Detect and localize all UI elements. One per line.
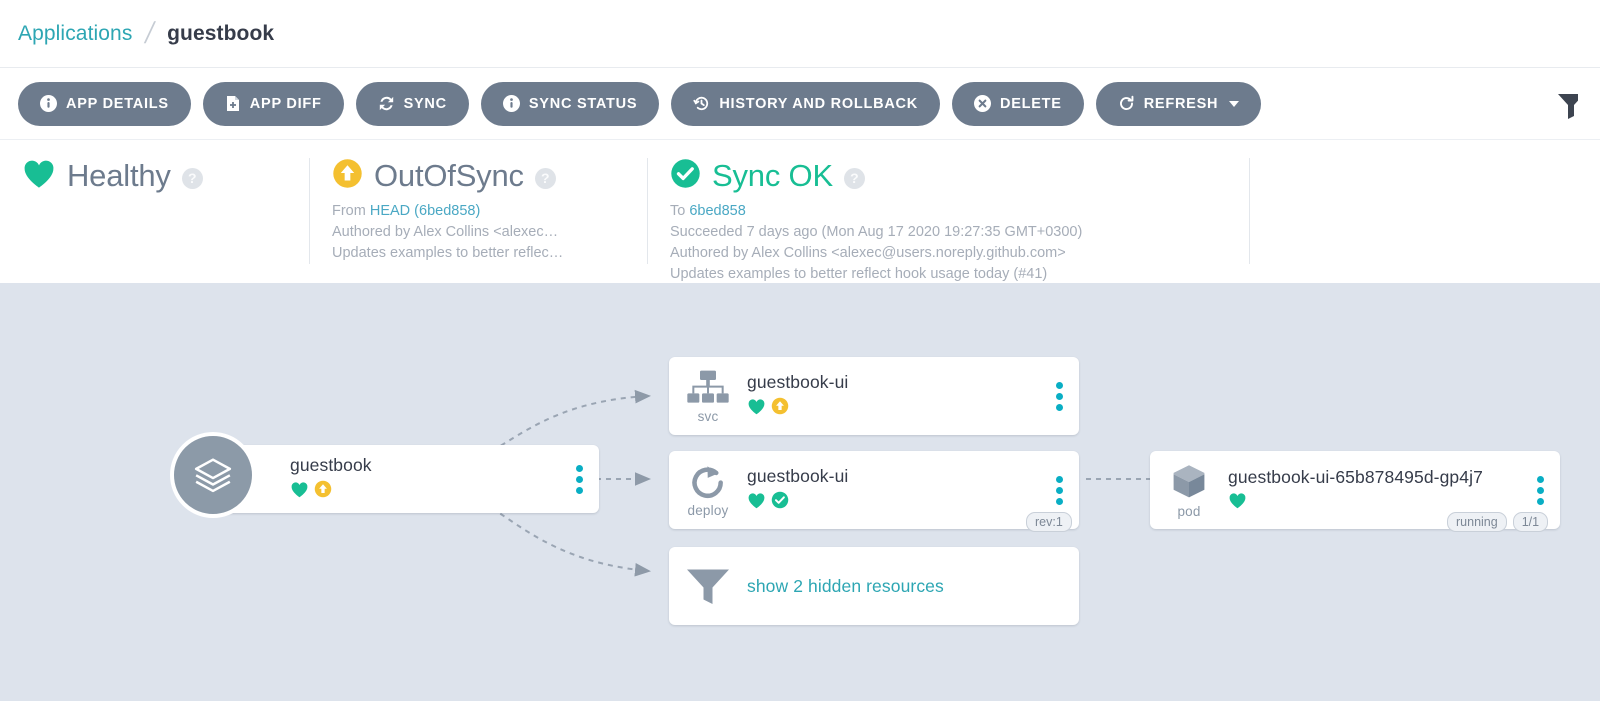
operation-status-panel: Sync OK ? To 6bed858 Succeeded 7 days ag…: [648, 154, 1250, 282]
close-circle-icon: [973, 95, 991, 112]
app-node-title: guestbook: [290, 455, 372, 475]
resource-node-title: guestbook-ui: [747, 372, 849, 392]
pod-phase-pill: running: [1447, 512, 1507, 532]
operation-author: Authored by Alex Collins <alexec@users.n…: [670, 245, 1066, 261]
app-details-label: APP DETAILS: [66, 95, 169, 112]
sync-from-revision-link[interactable]: HEAD (6bed858): [370, 203, 480, 219]
operation-succeeded-line: Succeeded 7 days ago (Mon Aug 17 2020 19…: [670, 224, 1083, 240]
cube-icon: pod: [1150, 461, 1228, 519]
sync-status-button[interactable]: SYNC STATUS: [480, 81, 660, 126]
check-circle-icon: [670, 158, 701, 194]
resource-node-title: guestbook-ui: [747, 466, 849, 486]
sync-status-panel: OutOfSync ? From HEAD (6bed858) Authored…: [310, 154, 648, 269]
sync-status-title: OutOfSync: [374, 158, 524, 193]
operation-to-label: To: [670, 203, 690, 219]
app-details-button[interactable]: APP DETAILS: [18, 81, 191, 126]
app-diff-button[interactable]: APP DIFF: [202, 81, 344, 126]
resource-node-badges: [747, 491, 1039, 514]
info-icon: [502, 95, 520, 112]
app-node-badges: [290, 480, 559, 503]
resource-kind-label: svc: [697, 409, 719, 424]
breadcrumb: Applications / guestbook: [0, 0, 1600, 68]
layers-icon: [170, 432, 256, 518]
resource-node-badges: [1228, 492, 1520, 514]
page-title: guestbook: [167, 21, 275, 45]
operation-help-icon[interactable]: ?: [843, 167, 865, 189]
resource-node-badges: [747, 397, 1039, 420]
sync-button[interactable]: SYNC: [355, 81, 469, 126]
rotate-icon: deploy: [669, 462, 747, 518]
sync-author: Authored by Alex Collins <alexec…: [332, 224, 559, 240]
history-icon: [693, 95, 710, 112]
delete-button[interactable]: DELETE: [951, 81, 1084, 126]
operation-status-title: Sync OK: [712, 158, 833, 193]
app-diff-label: APP DIFF: [249, 95, 322, 112]
action-toolbar: APP DETAILS APP DIFF SYNC SYNC STATUS HI…: [0, 68, 1600, 140]
heart-icon: [290, 481, 309, 503]
delete-label: DELETE: [999, 95, 1062, 112]
chevron-down-icon: [1229, 100, 1240, 107]
resource-node-svc-guestbook-ui[interactable]: svc guestbook-ui: [669, 357, 1079, 435]
pod-ready-pill: 1/1: [1512, 512, 1549, 532]
resource-node-title: guestbook-ui-65b878495d-gp4j7: [1228, 466, 1483, 487]
resource-kind-label: deploy: [687, 503, 729, 518]
info-icon: [40, 95, 57, 112]
pod-node-pills: running 1/1: [1447, 512, 1549, 532]
resource-node-kebab-menu-icon[interactable]: [1520, 475, 1560, 505]
sync-commit-message: Updates examples to better reflec…: [332, 245, 564, 261]
resource-tree-graph: guestbook svc guestbook-ui deploy guestb…: [0, 283, 1600, 701]
operation-to-line: To 6bed858: [670, 201, 1224, 222]
health-status-panel: Healthy ?: [0, 154, 310, 269]
refresh-button[interactable]: REFRESH: [1095, 81, 1262, 126]
operation-commit-message: Updates examples to better reflect hook …: [670, 266, 1048, 282]
refresh-label: REFRESH: [1143, 95, 1219, 112]
breadcrumb-applications-link[interactable]: Applications: [18, 22, 132, 46]
deploy-node-pills: rev:1: [1026, 512, 1072, 532]
show-hidden-resources-link[interactable]: show 2 hidden resources: [747, 576, 1079, 597]
resource-node-deploy-guestbook-ui[interactable]: deploy guestbook-ui: [669, 451, 1079, 529]
health-status-title: Healthy: [67, 158, 171, 193]
sync-status-label: SYNC STATUS: [528, 95, 638, 112]
heart-icon: [22, 158, 56, 194]
arrow-up-circle-icon: [332, 158, 363, 194]
refresh-icon: [1118, 95, 1135, 112]
operation-to-revision-link[interactable]: 6bed858: [689, 203, 745, 219]
filter-icon: [669, 565, 747, 607]
resource-kind-label: pod: [1177, 504, 1201, 519]
app-node-guestbook[interactable]: guestbook: [170, 432, 599, 518]
revision-pill: rev:1: [1026, 512, 1072, 532]
check-circle-icon: [771, 491, 789, 514]
heart-icon: [747, 492, 766, 514]
arrow-up-circle-icon: [314, 480, 332, 503]
app-status-strip: Healthy ? OutOfSync ? From HEAD (6bed858…: [0, 140, 1600, 283]
hidden-resources-node[interactable]: show 2 hidden resources: [669, 547, 1079, 625]
sync-help-icon[interactable]: ?: [534, 167, 556, 189]
heart-icon: [1228, 492, 1247, 514]
filter-icon[interactable]: [1544, 90, 1578, 120]
resource-node-kebab-menu-icon[interactable]: [1039, 381, 1079, 411]
resource-node-kebab-menu-icon[interactable]: [1039, 475, 1079, 505]
history-and-rollback-label: HISTORY AND ROLLBACK: [719, 95, 918, 112]
health-help-icon[interactable]: ?: [181, 167, 203, 189]
sync-from-label: From: [332, 203, 370, 219]
arrow-up-circle-icon: [771, 397, 789, 420]
history-and-rollback-button[interactable]: HISTORY AND ROLLBACK: [671, 81, 940, 126]
sync-label: SYNC: [403, 95, 447, 112]
breadcrumb-separator: /: [142, 16, 158, 50]
heart-icon: [747, 398, 766, 420]
app-node-kebab-menu-icon[interactable]: [559, 464, 599, 494]
sync-icon: [378, 95, 395, 112]
file-diff-icon: [225, 95, 241, 112]
sync-from-line: From HEAD (6bed858): [332, 201, 622, 222]
sitemap-icon: svc: [669, 368, 747, 424]
